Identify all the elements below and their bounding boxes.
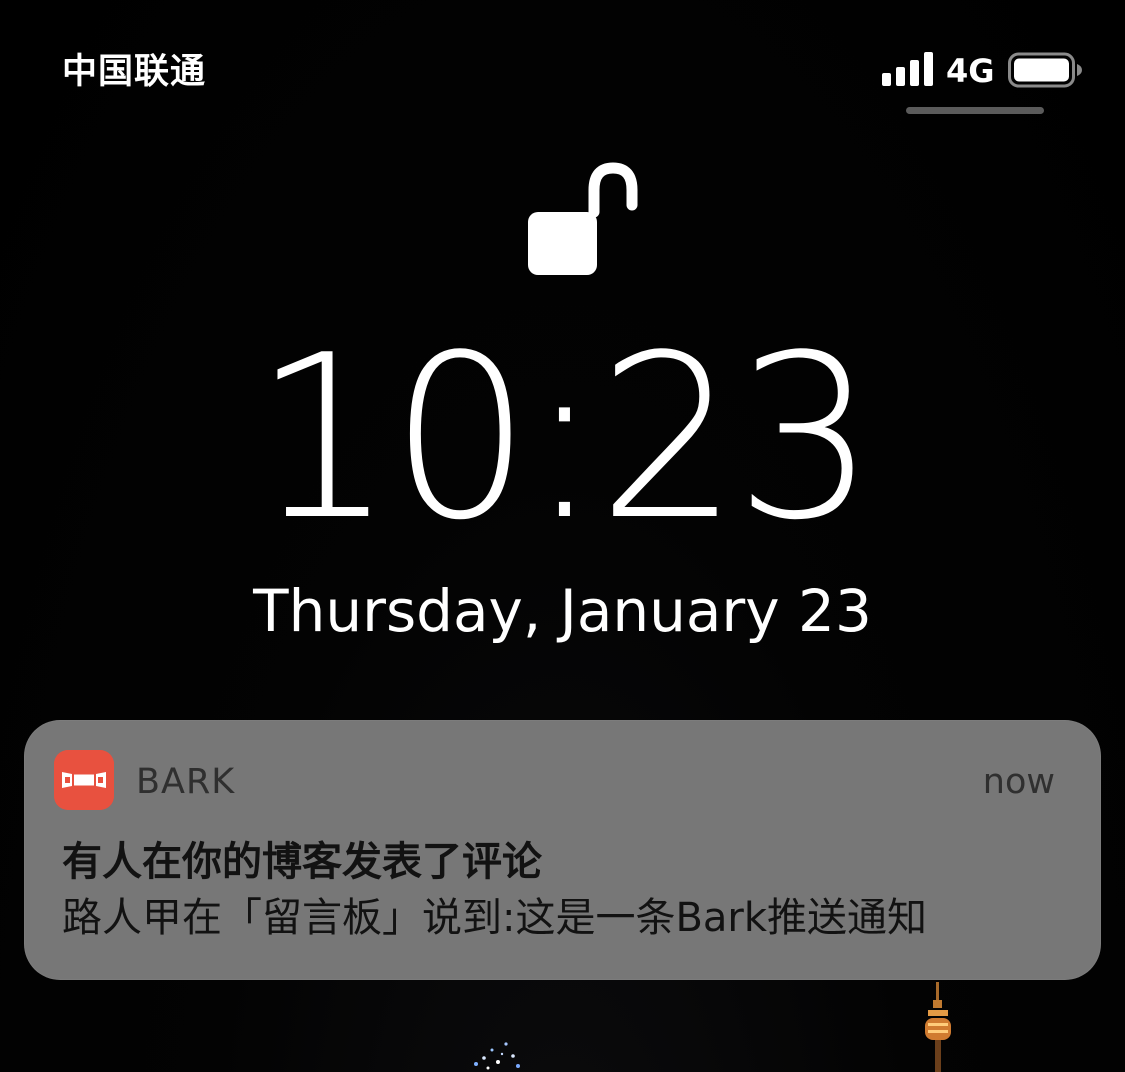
status-bar: 中国联通 4G <box>0 0 1125 130</box>
notification-title: 有人在你的博客发表了评论 <box>62 839 542 885</box>
signal-bar <box>924 52 933 86</box>
battery-icon <box>1008 52 1082 88</box>
carrier-name: 中国联通 <box>62 52 207 92</box>
signal-bar <box>896 67 905 86</box>
lock-screen-date: Thursday, January 23 <box>253 577 872 645</box>
bark-app-icon <box>54 750 114 810</box>
cellular-signal-icon <box>882 52 934 86</box>
control-center-indicator[interactable] <box>906 107 1044 114</box>
signal-bar <box>882 73 891 86</box>
notification-body: 路人甲在「留言板」说到:这是一条Bark推送通知 <box>62 895 928 941</box>
push-notification[interactable]: BARK now 有人在你的博客发表了评论 路人甲在「留言板」说到:这是一条Ba… <box>24 720 1101 980</box>
network-type: 4G <box>946 52 995 90</box>
signal-bar <box>910 60 919 86</box>
notification-timestamp: now <box>982 762 1055 802</box>
wallpaper-tower-lights <box>925 982 951 1072</box>
lock-screen: 中国联通 4G 10:23 Thursday, January 23 BARK … <box>0 0 1125 1072</box>
lock-screen-time: 10:23 <box>253 307 876 570</box>
notification-app-name: BARK <box>136 762 236 802</box>
unlocked-padlock-icon <box>528 162 638 275</box>
wallpaper-city-lights <box>474 1042 520 1070</box>
